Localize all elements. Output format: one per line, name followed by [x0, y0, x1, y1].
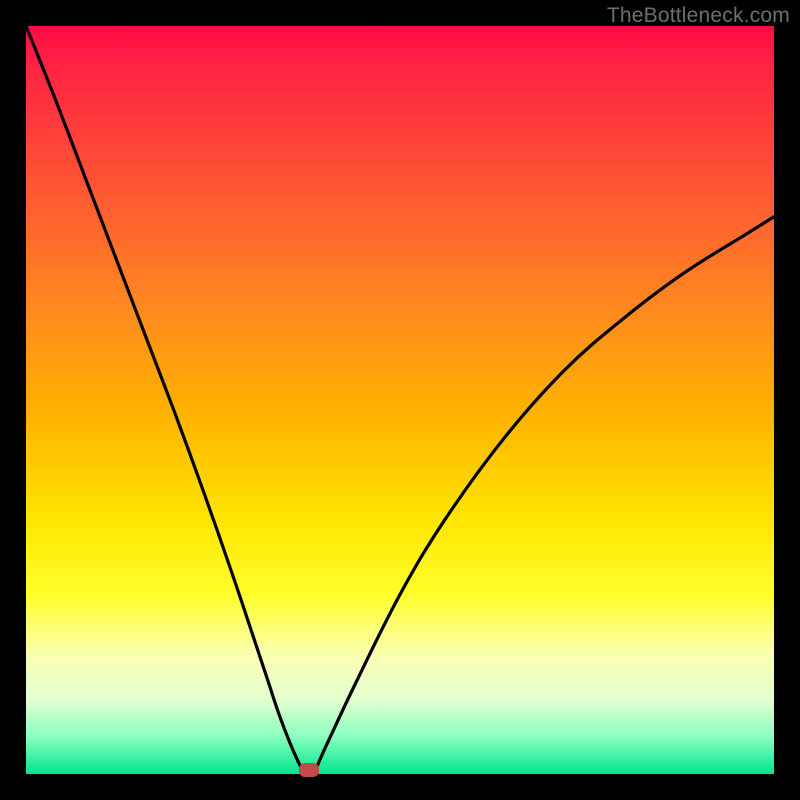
optimum-marker: [299, 763, 319, 777]
plot-area: [26, 26, 774, 774]
bottleneck-curve: [26, 26, 774, 774]
chart-frame: TheBottleneck.com: [0, 0, 800, 800]
watermark-text: TheBottleneck.com: [607, 4, 790, 28]
